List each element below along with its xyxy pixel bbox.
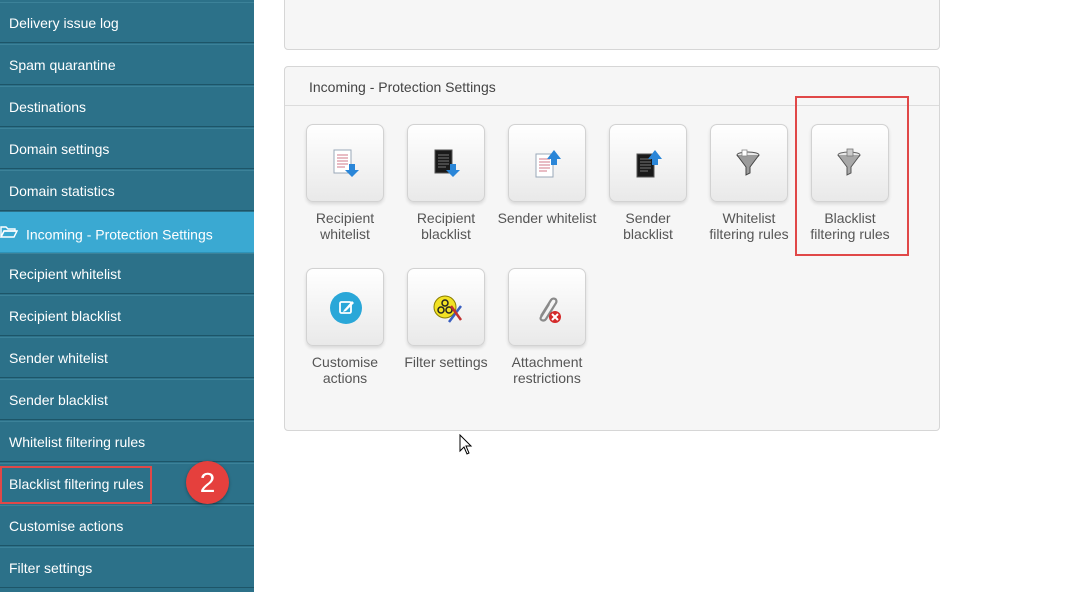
tile-recipient-whitelist[interactable]: Recipient whitelist — [295, 124, 395, 242]
sidebar-item-recipient-blacklist[interactable]: Recipient blacklist — [0, 295, 254, 336]
edit-icon — [306, 268, 384, 346]
tile-label: Sender blacklist — [623, 210, 673, 242]
sidebar-item-domain-settings[interactable]: Domain settings — [0, 128, 254, 169]
sidebar-item-delivery-issue-log[interactable]: Delivery issue log — [0, 2, 254, 43]
sidebar-item-recipient-whitelist[interactable]: Recipient whitelist — [0, 253, 254, 294]
attachment-blocked-icon — [508, 268, 586, 346]
highlight-box-tile — [795, 96, 909, 256]
sidebar-item-sender-whitelist[interactable]: Sender whitelist — [0, 337, 254, 378]
sidebar-item-domain-statistics[interactable]: Domain statistics — [0, 170, 254, 211]
highlight-box-sidebar — [0, 466, 152, 504]
sidebar-item-filter-settings[interactable]: Filter settings — [0, 547, 254, 588]
tile-label: Whitelist filtering rules — [709, 210, 789, 242]
tile-label: Attachment restrictions — [511, 354, 583, 386]
step-badge: 2 — [186, 461, 229, 504]
tile-label: Sender whitelist — [497, 210, 597, 226]
recipient-whitelist-icon — [306, 124, 384, 202]
mouse-cursor-icon — [459, 434, 473, 455]
tile-sender-whitelist[interactable]: Sender whitelist — [497, 124, 597, 226]
tile-label: Recipient whitelist — [315, 210, 375, 242]
tile-label: Filter settings — [404, 354, 488, 370]
sidebar-item-incoming-protection[interactable]: Incoming - Protection Settings — [0, 212, 254, 253]
recipient-blacklist-icon — [407, 124, 485, 202]
tile-label: Customise actions — [311, 354, 379, 386]
tile-recipient-blacklist[interactable]: Recipient blacklist — [396, 124, 496, 242]
biohazard-icon — [407, 268, 485, 346]
folder-open-icon — [0, 214, 19, 254]
tile-whitelist-filtering-rules[interactable]: Whitelist filtering rules — [699, 124, 799, 242]
sidebar-item-spam-quarantine[interactable]: Spam quarantine — [0, 44, 254, 85]
sidebar-item-label: Incoming - Protection Settings — [26, 226, 213, 243]
sidebar-item-destinations[interactable]: Destinations — [0, 86, 254, 127]
tile-filter-settings[interactable]: Filter settings — [396, 268, 496, 370]
sidebar-item-sender-blacklist[interactable]: Sender blacklist — [0, 379, 254, 420]
tile-customise-actions[interactable]: Customise actions — [295, 268, 395, 386]
previous-panel — [284, 0, 940, 50]
tile-sender-blacklist[interactable]: Sender blacklist — [598, 124, 698, 242]
sidebar-item-customise-actions[interactable]: Customise actions — [0, 505, 254, 546]
sidebar-item-whitelist-filtering-rules[interactable]: Whitelist filtering rules — [0, 421, 254, 462]
sender-whitelist-icon — [508, 124, 586, 202]
tile-label: Recipient blacklist — [416, 210, 476, 242]
sender-blacklist-icon — [609, 124, 687, 202]
whitelist-funnel-icon — [710, 124, 788, 202]
tile-attachment-restrictions[interactable]: Attachment restrictions — [497, 268, 597, 386]
